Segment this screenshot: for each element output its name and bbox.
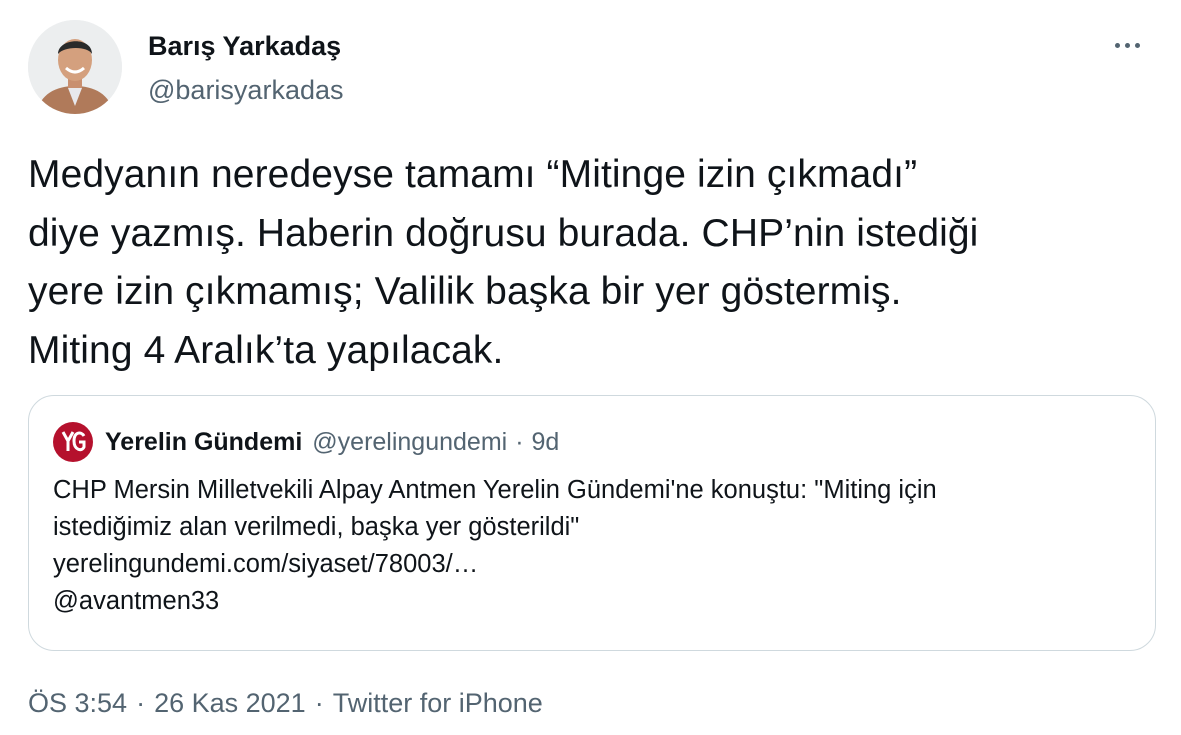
more-options-button[interactable] (1107, 30, 1147, 60)
separator-dot: · (314, 688, 324, 718)
separator-dot: · (136, 688, 146, 718)
author-handle[interactable]: @barisyarkadas (148, 74, 344, 106)
quoted-mention-text: @avantmen33 (53, 587, 220, 615)
more-horizontal-icon (1124, 42, 1130, 48)
yerelin-gundemi-logo-icon[interactable] (53, 422, 93, 462)
tweet-metadata: ÖS 3:54 · 26 Kas 2021 · Twitter for iPho… (28, 688, 543, 719)
tweet-text-line: Medyanın neredeyse tamamı “Mitinge izin … (28, 153, 918, 196)
quoted-tweet-header: Yerelin Gündemi @yerelingundemi · 9d (53, 422, 559, 462)
quoted-tweet-time[interactable]: 9d (532, 428, 560, 457)
quoted-tweet-card[interactable]: Yerelin Gündemi @yerelingundemi · 9d CHP… (28, 395, 1156, 651)
quoted-author-display-name: Yerelin Gündemi (105, 427, 303, 456)
tweet-text-line: Miting 4 Aralık’ta yapılacak. (28, 328, 504, 372)
more-horizontal-icon (1114, 42, 1120, 48)
separator-dot: · (515, 427, 524, 456)
tweet-time[interactable]: ÖS 3:54 (28, 688, 127, 719)
quoted-text-line: istediğimiz alan verilmedi, başka yer gö… (53, 513, 580, 541)
tweet-text-line: yere izin çıkmamış; Valilik başka bir ye… (28, 270, 902, 313)
tweet-header: Barış Yarkadaş @barisyarkadas (28, 20, 1161, 116)
tweet-text-line: diye yazmış. Haberin doğrusu burada. CHP… (28, 211, 979, 255)
author-display-name[interactable]: Barış Yarkadaş (148, 30, 344, 62)
avatar-portrait-image (28, 20, 122, 114)
tweet-text: Medyanın neredeyse tamamı “Mitinge izin … (28, 146, 1148, 380)
tweet-date[interactable]: 26 Kas 2021 (154, 688, 306, 719)
quoted-text-line: CHP Mersin Milletvekili Alpay Antmen Yer… (53, 476, 937, 504)
author-names: Barış Yarkadaş @barisyarkadas (148, 30, 344, 106)
quoted-link-text: yerelingundemi.com/siyaset/78003/… (53, 550, 479, 578)
avatar[interactable] (28, 20, 122, 114)
tweet-source[interactable]: Twitter for iPhone (333, 688, 543, 719)
quoted-author-handle: @yerelingundemi (312, 427, 508, 456)
more-horizontal-icon (1134, 42, 1140, 48)
quoted-tweet-text: CHP Mersin Milletvekili Alpay Antmen Yer… (53, 472, 1133, 620)
